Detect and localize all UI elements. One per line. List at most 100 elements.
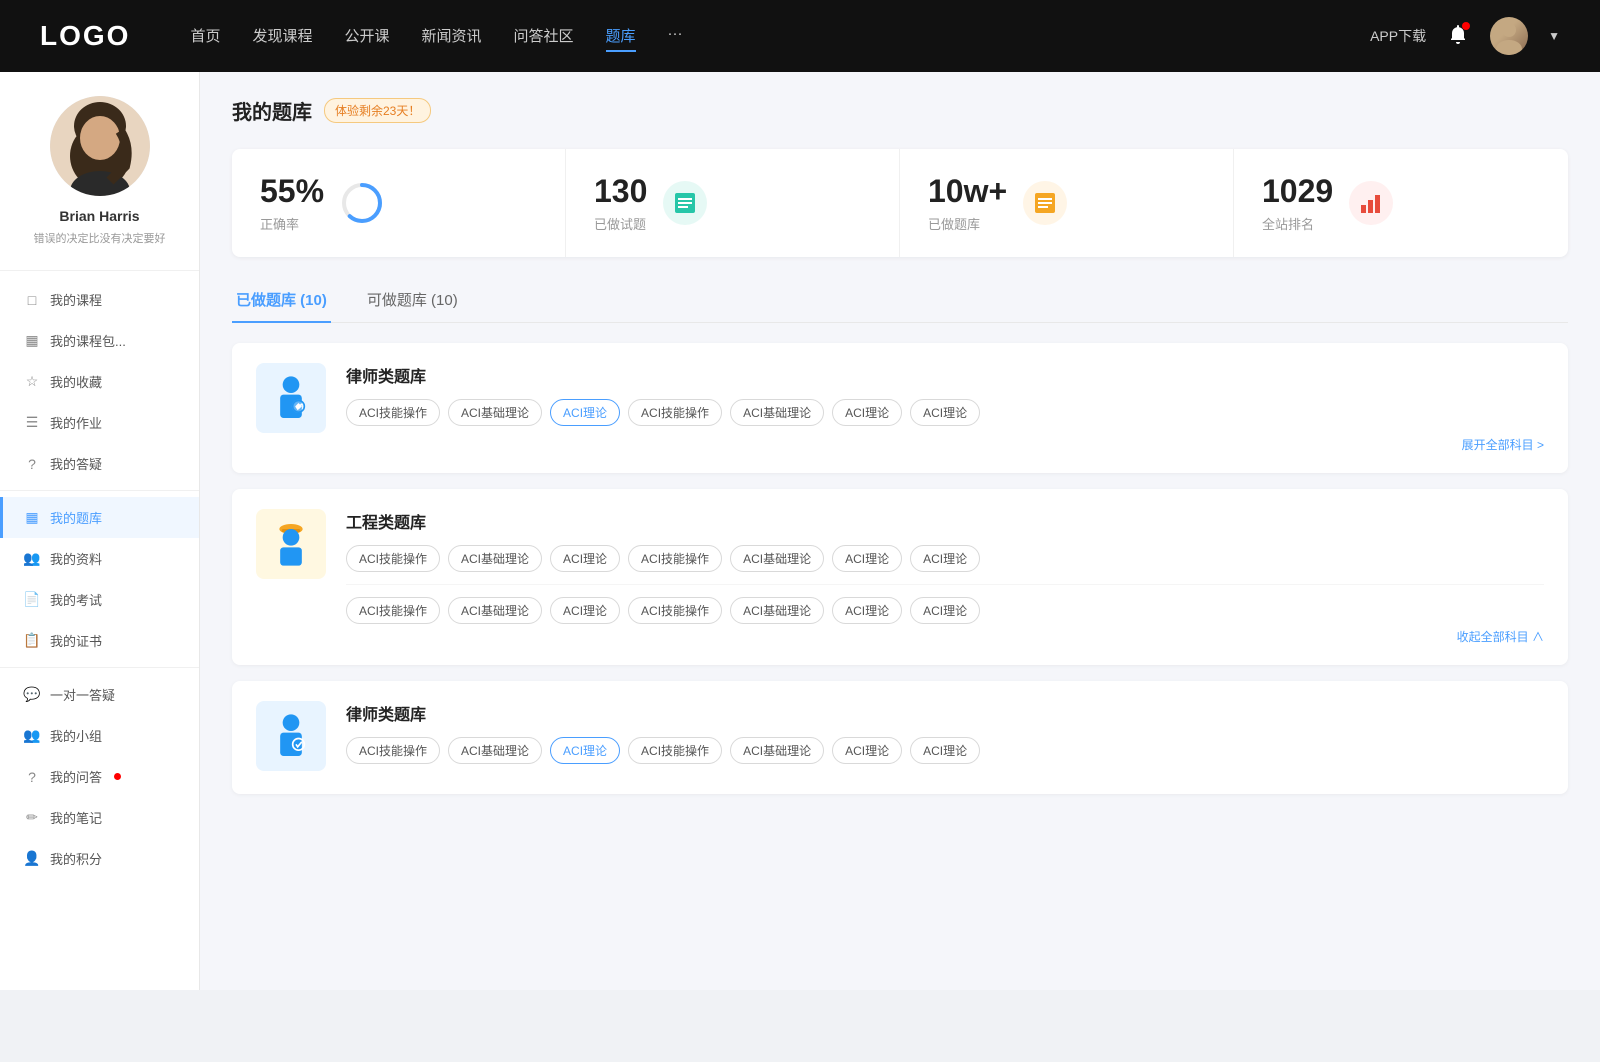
eng-tag-r2-0[interactable]: ACI技能操作 <box>346 597 440 624</box>
eng-tag-r1-6[interactable]: ACI理论 <box>910 545 980 572</box>
avatar-icon <box>1490 17 1528 55</box>
sidebar-item-my-bank[interactable]: ▦ 我的题库 <box>0 497 199 538</box>
lawyer-bank-content: 律师类题库 ACI技能操作 ACI基础理论 ACI理论 ACI技能操作 ACI基… <box>346 363 1544 453</box>
sidebar-divider-1 <box>0 490 199 491</box>
eng-tag-r1-0[interactable]: ACI技能操作 <box>346 545 440 572</box>
qbank-header-engineering: 工程类题库 ACI技能操作 ACI基础理论 ACI理论 ACI技能操作 ACI基… <box>256 509 1544 645</box>
lawyer-tag-6[interactable]: ACI理论 <box>910 399 980 426</box>
sidebar-item-my-answers[interactable]: ? 我的问答 <box>0 756 199 797</box>
sidebar-item-my-exams[interactable]: 📄 我的考试 <box>0 579 199 620</box>
sidebar-profile: Brian Harris 错误的决定比没有决定要好 <box>0 96 199 271</box>
accuracy-chart <box>340 181 384 225</box>
nav-item-discover[interactable]: 发现课程 <box>252 21 312 52</box>
lawyer2-tag-1[interactable]: ACI基础理论 <box>448 737 542 764</box>
stat-accuracy: 55% 正确率 <box>232 149 566 257</box>
eng-tag-r1-4[interactable]: ACI基础理论 <box>730 545 824 572</box>
sidebar-item-my-profile[interactable]: 👥 我的资料 <box>0 538 199 579</box>
sidebar-item-label: 我的笔记 <box>50 808 102 827</box>
sidebar-item-my-group[interactable]: 👥 我的小组 <box>0 715 199 756</box>
sidebar-item-my-courses[interactable]: □ 我的课程 <box>0 279 199 320</box>
ranking-value: 1029 <box>1262 173 1333 210</box>
sidebar-divider-2 <box>0 667 199 668</box>
lawyer2-icon-container <box>256 701 326 771</box>
lawyer-tag-0[interactable]: ACI技能操作 <box>346 399 440 426</box>
eng-tag-r1-1[interactable]: ACI基础理论 <box>448 545 542 572</box>
sidebar-avatar <box>50 96 150 196</box>
sidebar-subtitle: 错误的决定比没有决定要好 <box>20 230 179 246</box>
app-download-link[interactable]: APP下载 <box>1370 26 1426 46</box>
eng-tag-r2-1[interactable]: ACI基础理论 <box>448 597 542 624</box>
qbank-header-lawyer: 律师类题库 ACI技能操作 ACI基础理论 ACI理论 ACI技能操作 ACI基… <box>256 363 1544 453</box>
sidebar-item-one-on-one[interactable]: 💬 一对一答疑 <box>0 674 199 715</box>
done-questions-icon <box>663 181 707 225</box>
engineering-collapse-button[interactable]: 收起全部科目 ∧ <box>346 628 1544 645</box>
accuracy-value: 55% <box>260 173 324 210</box>
questions-icon: ? <box>24 456 40 472</box>
lawyer2-tag-6[interactable]: ACI理论 <box>910 737 980 764</box>
lawyer2-person-icon <box>266 711 316 761</box>
nav-item-news[interactable]: 新闻资讯 <box>422 21 482 52</box>
sidebar-item-label: 我的小组 <box>50 726 102 745</box>
sidebar-item-label: 我的题库 <box>50 508 102 527</box>
nav-item-qa[interactable]: 问答社区 <box>514 21 574 52</box>
eng-tag-r2-2[interactable]: ACI理论 <box>550 597 620 624</box>
sidebar-item-my-favorites[interactable]: ☆ 我的收藏 <box>0 361 199 402</box>
eng-tag-r1-5[interactable]: ACI理论 <box>832 545 902 572</box>
lawyer2-tag-3[interactable]: ACI技能操作 <box>628 737 722 764</box>
sidebar-item-label: 我的课程 <box>50 290 102 309</box>
profile-icon: 👥 <box>24 551 40 567</box>
lawyer-tag-4[interactable]: ACI基础理论 <box>730 399 824 426</box>
bell-button[interactable] <box>1446 22 1470 51</box>
sidebar-item-my-questions[interactable]: ? 我的答疑 <box>0 443 199 484</box>
ranking-icon <box>1349 181 1393 225</box>
trial-badge: 体验剩余23天！ <box>324 98 431 123</box>
logo[interactable]: LOGO <box>40 20 130 52</box>
tab-done[interactable]: 已做题库 (10) <box>232 281 331 322</box>
tab-todo[interactable]: 可做题库 (10) <box>363 281 462 322</box>
navbar: LOGO 首页 发现课程 公开课 新闻资讯 问答社区 题库 ··· APP下载 … <box>0 0 1600 72</box>
nav-item-open[interactable]: 公开课 <box>344 21 389 52</box>
done-questions-label: 已做试题 <box>594 214 647 233</box>
sidebar-item-label: 我的考试 <box>50 590 102 609</box>
lawyer-tag-2[interactable]: ACI理论 <box>550 399 620 426</box>
lawyer-tag-5[interactable]: ACI理论 <box>832 399 902 426</box>
user-menu-caret[interactable]: ▼ <box>1548 29 1560 43</box>
eng-tag-r1-2[interactable]: ACI理论 <box>550 545 620 572</box>
lawyer-tag-3[interactable]: ACI技能操作 <box>628 399 722 426</box>
sidebar-item-my-notes[interactable]: ✏ 我的笔记 <box>0 797 199 838</box>
lawyer-expand-button[interactable]: 展开全部科目 > <box>346 436 1544 453</box>
sidebar-item-label: 我的证书 <box>50 631 102 650</box>
user-avatar[interactable] <box>1490 17 1528 55</box>
page-header: 我的题库 体验剩余23天！ <box>232 96 1568 125</box>
sidebar-item-my-packages[interactable]: ▦ 我的课程包... <box>0 320 199 361</box>
lawyer-tag-1[interactable]: ACI基础理论 <box>448 399 542 426</box>
sidebar-item-label: 一对一答疑 <box>50 685 115 704</box>
ranking-label: 全站排名 <box>1262 214 1333 233</box>
eng-tag-r2-4[interactable]: ACI基础理论 <box>730 597 824 624</box>
lawyer2-tag-0[interactable]: ACI技能操作 <box>346 737 440 764</box>
sidebar-item-my-certs[interactable]: 📋 我的证书 <box>0 620 199 661</box>
sidebar-item-my-homework[interactable]: ☰ 我的作业 <box>0 402 199 443</box>
lawyer2-bank-tags: ACI技能操作 ACI基础理论 ACI理论 ACI技能操作 ACI基础理论 AC… <box>346 737 1544 764</box>
lawyer2-tag-2[interactable]: ACI理论 <box>550 737 620 764</box>
eng-tag-r2-6[interactable]: ACI理论 <box>910 597 980 624</box>
sidebar-item-my-points[interactable]: 👤 我的积分 <box>0 838 199 879</box>
page-title: 我的题库 <box>232 96 312 125</box>
qbank-header-lawyer2: 律师类题库 ACI技能操作 ACI基础理论 ACI理论 ACI技能操作 ACI基… <box>256 701 1544 774</box>
eng-tag-r1-3[interactable]: ACI技能操作 <box>628 545 722 572</box>
notification-dot <box>1462 22 1470 30</box>
nav-item-bank[interactable]: 题库 <box>606 21 636 52</box>
main-layout: Brian Harris 错误的决定比没有决定要好 □ 我的课程 ▦ 我的课程包… <box>0 72 1600 990</box>
points-icon: 👤 <box>24 851 40 867</box>
lawyer2-tag-5[interactable]: ACI理论 <box>832 737 902 764</box>
stat-done-banks: 10w+ 已做题库 <box>900 149 1234 257</box>
nav-item-more[interactable]: ··· <box>668 21 683 52</box>
favorites-icon: ☆ <box>24 374 40 390</box>
qbank-card-lawyer2: 律师类题库 ACI技能操作 ACI基础理论 ACI理论 ACI技能操作 ACI基… <box>232 681 1568 794</box>
eng-tag-r2-5[interactable]: ACI理论 <box>832 597 902 624</box>
lawyer2-tag-4[interactable]: ACI基础理论 <box>730 737 824 764</box>
exams-icon: 📄 <box>24 592 40 608</box>
sidebar-item-label: 我的问答 <box>50 767 102 786</box>
nav-item-home[interactable]: 首页 <box>190 21 220 52</box>
eng-tag-r2-3[interactable]: ACI技能操作 <box>628 597 722 624</box>
